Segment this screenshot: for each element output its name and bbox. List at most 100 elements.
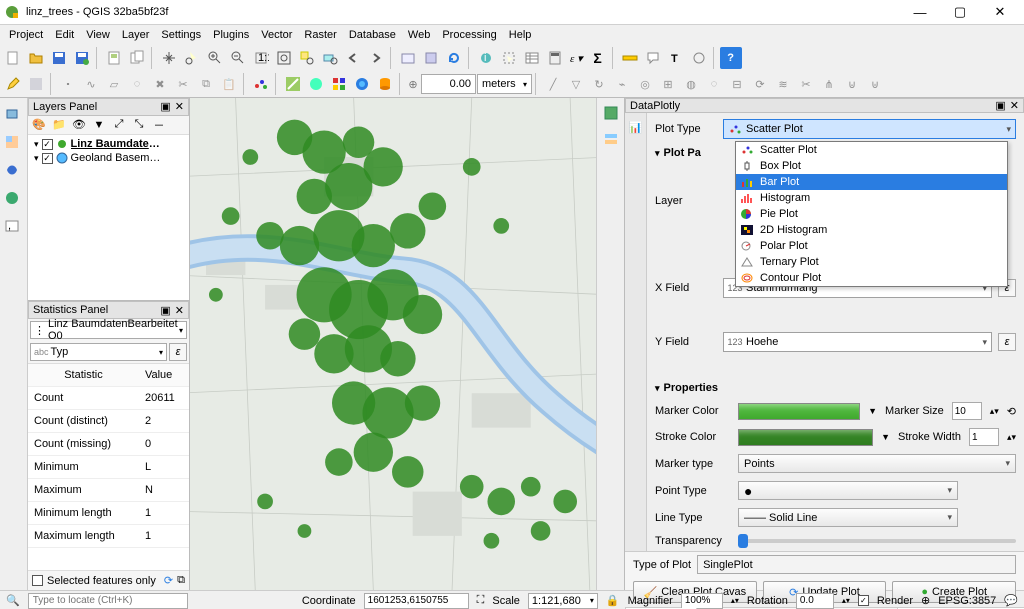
expression-icon[interactable]: ε ▾: [567, 47, 586, 69]
save-project-icon[interactable]: [48, 47, 70, 69]
units-select[interactable]: meters▾: [477, 74, 532, 94]
collapse-icon[interactable]: ⤡: [130, 116, 148, 134]
close-panel-icon[interactable]: ✕: [175, 100, 184, 113]
measure-icon[interactable]: [619, 47, 641, 69]
refresh-stats-icon[interactable]: ⟳: [164, 574, 173, 587]
addpart-icon[interactable]: ⊞: [657, 73, 679, 95]
section-properties[interactable]: Properties: [655, 382, 1016, 394]
coord-value[interactable]: [364, 593, 469, 609]
menu-view[interactable]: View: [81, 27, 115, 43]
add-poly-icon[interactable]: ▱: [103, 73, 125, 95]
undock-icon[interactable]: ▣: [160, 304, 170, 317]
field-calc-icon[interactable]: [544, 47, 566, 69]
offset-icon[interactable]: ≋: [772, 73, 794, 95]
node-tool-icon[interactable]: ◌: [126, 73, 148, 95]
mergeattr-icon[interactable]: ⊎: [864, 73, 886, 95]
digitize-poly-icon[interactable]: ▽: [565, 73, 587, 95]
menu-project[interactable]: Project: [4, 27, 48, 43]
copy-icon[interactable]: ⧉: [195, 73, 217, 95]
stats-field-select[interactable]: abc Typ▾: [30, 343, 167, 361]
style-icon[interactable]: [328, 73, 350, 95]
zoom-selection-icon[interactable]: [296, 47, 318, 69]
tree-item-linz[interactable]: ▾ ✓ Linz BaumdatenBe...: [30, 137, 187, 151]
save-edits-icon[interactable]: [25, 73, 47, 95]
add-wms-icon[interactable]: [0, 186, 24, 210]
select-point-icon[interactable]: [498, 47, 520, 69]
transparency-slider[interactable]: [738, 539, 1016, 543]
minimize-button[interactable]: —: [900, 0, 940, 24]
tree-item-geoland[interactable]: ▾ ✓ Geoland Basemap...: [30, 151, 187, 165]
menu-raster[interactable]: Raster: [299, 27, 341, 43]
reshape-icon[interactable]: ⟳: [749, 73, 771, 95]
layer-checkbox[interactable]: ✓: [42, 153, 53, 164]
close-panel-icon[interactable]: ✕: [1010, 99, 1019, 112]
marker-type-select[interactable]: Points▾: [738, 454, 1016, 473]
dataplotly-title[interactable]: DataPlotly ▣ ✕: [625, 98, 1024, 113]
marker-size-input[interactable]: [952, 402, 982, 420]
style-layer-icon[interactable]: 🎨: [30, 116, 48, 134]
stroke-width-input[interactable]: [969, 428, 999, 446]
yfield-select[interactable]: 123 Hoehe▾: [723, 332, 992, 352]
undock-icon[interactable]: ▣: [160, 100, 170, 113]
menu-vector[interactable]: Vector: [256, 27, 297, 43]
copy-stats-icon[interactable]: ⧉: [177, 574, 185, 587]
db-icon[interactable]: [374, 73, 396, 95]
bookmarks-icon[interactable]: [420, 47, 442, 69]
scale-select[interactable]: 1:121,680▾: [528, 593, 598, 609]
point-type-select[interactable]: ●▾: [738, 481, 958, 500]
render-checkbox[interactable]: ✓: [858, 595, 869, 606]
filter-leg-icon[interactable]: ▼: [90, 116, 108, 134]
menu-processing[interactable]: Processing: [437, 27, 501, 43]
messages-icon[interactable]: 💬: [1004, 594, 1018, 607]
close-button[interactable]: ✕: [980, 0, 1020, 24]
plot-type-dropdown[interactable]: Scatter Plot Box Plot Bar Plot Histogram…: [735, 141, 1008, 287]
annotation-icon[interactable]: T: [665, 47, 687, 69]
zoom-native-icon[interactable]: 1:1: [250, 47, 272, 69]
menu-edit[interactable]: Edit: [50, 27, 79, 43]
zoom-last-icon[interactable]: [342, 47, 364, 69]
line-type-select[interactable]: —— Solid Line▾: [738, 508, 958, 527]
type-of-plot-select[interactable]: SinglePlot: [697, 555, 1016, 574]
add-delimited-icon[interactable]: ,: [0, 214, 24, 238]
composer-manager-icon[interactable]: [126, 47, 148, 69]
layer-browser-icon[interactable]: [600, 128, 622, 150]
refresh-icon[interactable]: [443, 47, 465, 69]
dd-option-scatter[interactable]: Scatter Plot: [736, 142, 1007, 158]
dd-option-polar[interactable]: Polar Plot: [736, 238, 1007, 254]
split-icon[interactable]: ✂: [795, 73, 817, 95]
yfield-expr-button[interactable]: ε: [998, 333, 1016, 351]
delete-sel-icon[interactable]: ✖: [149, 73, 171, 95]
extent-icon[interactable]: ⛶: [477, 594, 485, 607]
pan-icon[interactable]: [158, 47, 180, 69]
maximize-button[interactable]: ▢: [940, 0, 980, 24]
deletepart-icon[interactable]: ⊟: [726, 73, 748, 95]
dd-option-hist[interactable]: Histogram: [736, 190, 1007, 206]
mag-input[interactable]: [681, 593, 723, 609]
menu-plugins[interactable]: Plugins: [208, 27, 254, 43]
decorations-icon[interactable]: [688, 47, 710, 69]
layers-panel-title[interactable]: Layers Panel ▣ ✕: [28, 98, 189, 116]
cut-icon[interactable]: ✂: [172, 73, 194, 95]
dd-option-ternary[interactable]: Ternary Plot: [736, 254, 1007, 270]
lock-icon[interactable]: 🔒: [606, 594, 620, 607]
zoom-layer-icon[interactable]: [319, 47, 341, 69]
menu-database[interactable]: Database: [344, 27, 401, 43]
dp-plotconfig-icon[interactable]: 📊: [626, 117, 646, 137]
menu-web[interactable]: Web: [403, 27, 435, 43]
epsg-label[interactable]: EPSG:3857: [938, 595, 996, 607]
add-feature-icon[interactable]: ⬝: [57, 73, 79, 95]
splitparts-icon[interactable]: ⋔: [818, 73, 840, 95]
digitize-line-icon[interactable]: ╱: [542, 73, 564, 95]
plot-type-select[interactable]: Scatter Plot ▾: [723, 119, 1016, 139]
dd-option-contour[interactable]: Contour Plot: [736, 270, 1007, 286]
menu-layer[interactable]: Layer: [117, 27, 155, 43]
stats-panel-title[interactable]: Statistics Panel ▣ ✕: [28, 301, 189, 319]
layer-checkbox[interactable]: ✓: [42, 139, 53, 150]
globe-blue-icon[interactable]: [351, 73, 373, 95]
open-attr-table-icon[interactable]: [521, 47, 543, 69]
dd-option-2dhist[interactable]: 2D Histogram: [736, 222, 1007, 238]
deletering-icon[interactable]: ◌: [703, 73, 725, 95]
open-project-icon[interactable]: [25, 47, 47, 69]
addring-icon[interactable]: ◎: [634, 73, 656, 95]
rotate-icon[interactable]: ↻: [588, 73, 610, 95]
